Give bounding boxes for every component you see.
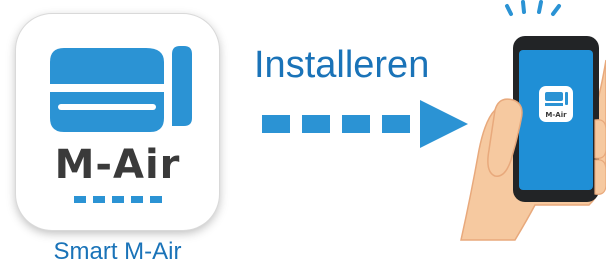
- logo-dashes: [74, 196, 162, 203]
- air-conditioner-icon: [50, 46, 192, 132]
- dashed-right-arrow-icon: [262, 100, 468, 148]
- install-label: Installeren: [254, 44, 430, 86]
- app-logo-text: M-Air: [54, 142, 181, 188]
- app-icon[interactable]: M-Air: [16, 14, 219, 230]
- phone-screen-app-text: M-Air: [545, 111, 567, 119]
- app-name: Smart M-Air: [53, 238, 182, 265]
- phone-in-hand-icon: M-Air: [460, 0, 606, 241]
- signal-waves-icon: [505, 0, 561, 16]
